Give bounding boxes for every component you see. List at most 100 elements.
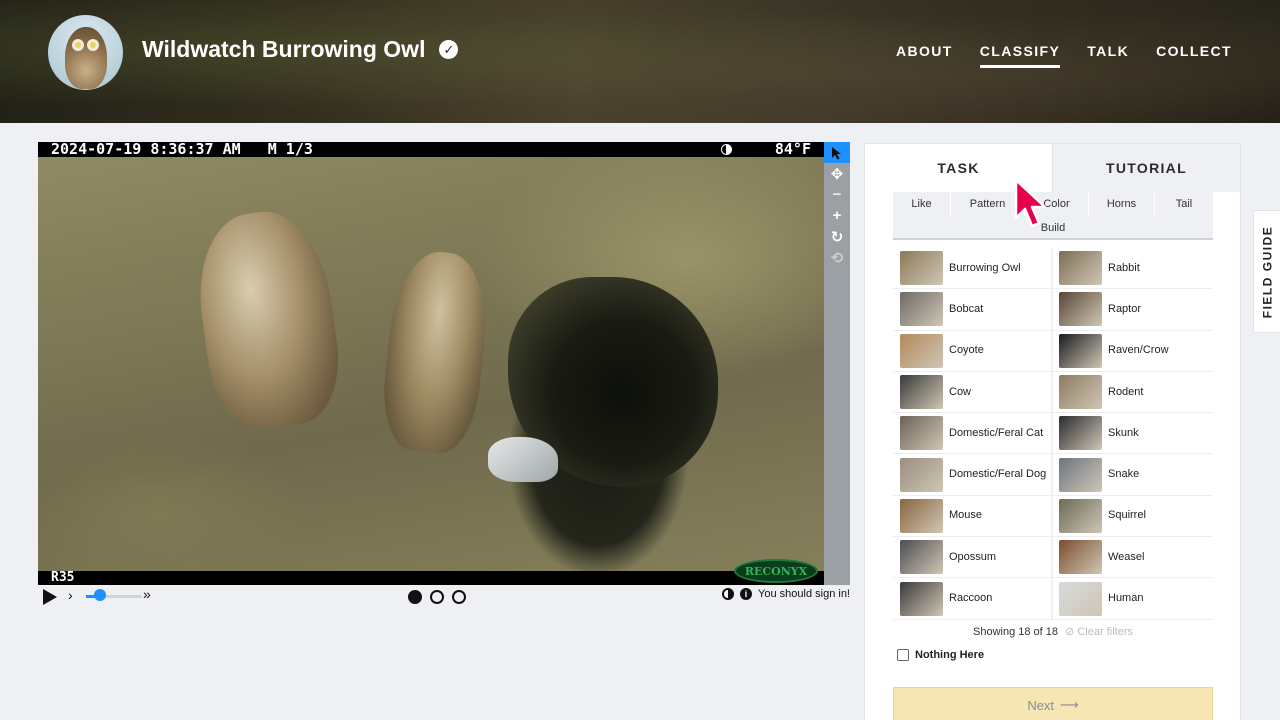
speed-slider-knob[interactable] xyxy=(94,589,106,601)
choice-cow[interactable]: Cow xyxy=(893,371,1053,414)
choice-mouse[interactable]: Mouse xyxy=(893,495,1053,538)
choice-raven-crow[interactable]: Raven/Crow xyxy=(1053,330,1213,372)
zoom-out-icon[interactable]: − xyxy=(824,184,850,205)
arrow-right-icon: ⟶ xyxy=(1060,697,1079,712)
choice-coyote[interactable]: Coyote xyxy=(893,330,1053,372)
filter-tail[interactable]: Tail xyxy=(1155,192,1213,216)
camera-footer-bar: R35 xyxy=(38,571,824,585)
choice-label: Snake xyxy=(1108,468,1140,481)
choice-thumbnail xyxy=(900,457,943,492)
mouse-cursor-icon xyxy=(1014,178,1047,228)
reset-icon[interactable]: ⟲ xyxy=(824,247,850,268)
choice-label: Domestic/Feral Cat xyxy=(949,426,1044,439)
choice-label: Raccoon xyxy=(949,592,993,605)
choice-label: Human xyxy=(1108,592,1144,605)
choice-bobcat[interactable]: Bobcat xyxy=(893,289,1053,331)
nav-collect[interactable]: COLLECT xyxy=(1156,43,1232,68)
choice-thumbnail xyxy=(900,292,943,327)
owl-eye-right xyxy=(87,39,99,51)
choice-raptor[interactable]: Raptor xyxy=(1053,289,1213,331)
choice-label: Squirrel xyxy=(1108,509,1146,522)
filter-row: Build xyxy=(893,216,1213,240)
choice-label: Domestic/Feral Dog xyxy=(949,468,1047,481)
choice-weasel[interactable]: Weasel xyxy=(1053,537,1213,579)
task-tabs: TASK TUTORIAL xyxy=(865,144,1240,192)
project-header: Wildwatch Burrowing Owl ✓ ABOUT CLASSIFY… xyxy=(0,0,1280,123)
trail-camera-scene xyxy=(38,157,824,571)
choice-domestic-feral-dog[interactable]: Domestic/Feral Dog xyxy=(893,454,1053,496)
choice-label: Raven/Crow xyxy=(1108,344,1169,357)
info-icon[interactable]: i xyxy=(740,588,753,600)
choice-thumbnail xyxy=(1059,416,1102,451)
choice-burrowing-owl[interactable]: Burrowing Owl xyxy=(893,248,1053,290)
filter-horns[interactable]: Horns xyxy=(1089,192,1155,216)
tab-tutorial[interactable]: TUTORIAL xyxy=(1052,144,1240,192)
filter-bar: Like Pattern Color Horns Tail Build xyxy=(893,192,1213,240)
field-guide-tab[interactable]: FIELD GUIDE xyxy=(1253,210,1280,333)
choice-label: Opossum xyxy=(949,550,997,563)
choice-squirrel[interactable]: Squirrel xyxy=(1053,495,1213,538)
choice-thumbnail xyxy=(900,333,943,368)
choice-thumbnail xyxy=(1059,457,1102,492)
play-icon[interactable] xyxy=(43,589,57,605)
camera-timestamp: 2024-07-19 8:36:37 AM M 1/3 xyxy=(51,142,313,158)
moon-phase-icon xyxy=(721,144,732,155)
nav-talk[interactable]: TALK xyxy=(1087,43,1129,68)
verified-check-icon: ✓ xyxy=(439,40,459,59)
choice-label: Cow xyxy=(949,385,972,398)
pointer-icon[interactable] xyxy=(824,142,850,163)
clear-filters-button[interactable]: ⊘ Clear filters xyxy=(1065,626,1133,638)
choice-label: Burrowing Owl xyxy=(949,261,1021,274)
move-icon[interactable]: ✥ xyxy=(824,163,850,184)
invert-contrast-icon[interactable] xyxy=(722,588,735,600)
nothing-here-option[interactable]: Nothing Here xyxy=(897,649,984,661)
project-title-wrap: Wildwatch Burrowing Owl ✓ xyxy=(142,36,459,63)
choice-opossum[interactable]: Opossum xyxy=(893,537,1053,579)
subject-image[interactable]: 2024-07-19 8:36:37 AM M 1/3 84°F R35 REC… xyxy=(38,142,824,585)
frame-dot-1[interactable] xyxy=(408,590,422,604)
viewer-right-controls: i You should sign in! xyxy=(722,588,850,600)
project-avatar[interactable] xyxy=(48,15,123,90)
choice-domestic-feral-cat[interactable]: Domestic/Feral Cat xyxy=(893,413,1053,455)
choice-label: Bobcat xyxy=(949,302,984,315)
choice-rabbit[interactable]: Rabbit xyxy=(1053,248,1213,290)
choice-label: Rodent xyxy=(1108,385,1144,398)
choice-thumbnail xyxy=(900,375,943,410)
frame-dot-3[interactable] xyxy=(452,590,466,604)
owl-eye-left xyxy=(72,39,84,51)
filter-like[interactable]: Like xyxy=(893,192,951,216)
filter-build[interactable]: Build xyxy=(893,216,1213,240)
nav-classify[interactable]: CLASSIFY xyxy=(979,43,1061,68)
viewer-toolbar: ✥ − + ↻ ⟲ xyxy=(824,142,850,585)
owl-avatar-image xyxy=(65,27,107,89)
frame-dots xyxy=(408,590,466,604)
choice-thumbnail xyxy=(1059,581,1102,616)
slow-icon: › xyxy=(68,587,73,603)
choice-thumbnail xyxy=(1059,375,1102,410)
choice-thumbnail xyxy=(1059,292,1102,327)
clear-filters-label: Clear filters xyxy=(1077,626,1133,638)
choice-human[interactable]: Human xyxy=(1053,578,1213,620)
choice-thumbnail xyxy=(900,581,943,616)
rock xyxy=(488,437,558,482)
zoom-in-icon[interactable]: + xyxy=(824,205,850,226)
choice-raccoon[interactable]: Raccoon xyxy=(893,578,1053,620)
rotate-icon[interactable]: ↻ xyxy=(824,226,850,247)
choice-rodent[interactable]: Rodent xyxy=(1053,371,1213,414)
choice-thumbnail xyxy=(900,416,943,451)
camera-id: R35 xyxy=(51,570,75,585)
nav-about[interactable]: ABOUT xyxy=(896,43,953,68)
owl-left xyxy=(188,203,348,436)
frame-dot-2[interactable] xyxy=(430,590,444,604)
nothing-here-checkbox[interactable] xyxy=(897,649,909,661)
next-button[interactable]: Next ⟶ xyxy=(893,687,1213,720)
sign-in-message[interactable]: You should sign in! xyxy=(758,588,850,600)
choice-skunk[interactable]: Skunk xyxy=(1053,413,1213,455)
owl-right xyxy=(377,247,494,457)
choice-snake[interactable]: Snake xyxy=(1053,454,1213,496)
field-guide-label: FIELD GUIDE xyxy=(1260,225,1275,318)
choice-grid: Burrowing Owl Rabbit Bobcat Raptor Coyote Rav… xyxy=(893,248,1213,620)
choice-thumbnail xyxy=(900,251,943,286)
project-title[interactable]: Wildwatch Burrowing Owl xyxy=(142,36,425,63)
choice-thumbnail xyxy=(1059,540,1102,575)
